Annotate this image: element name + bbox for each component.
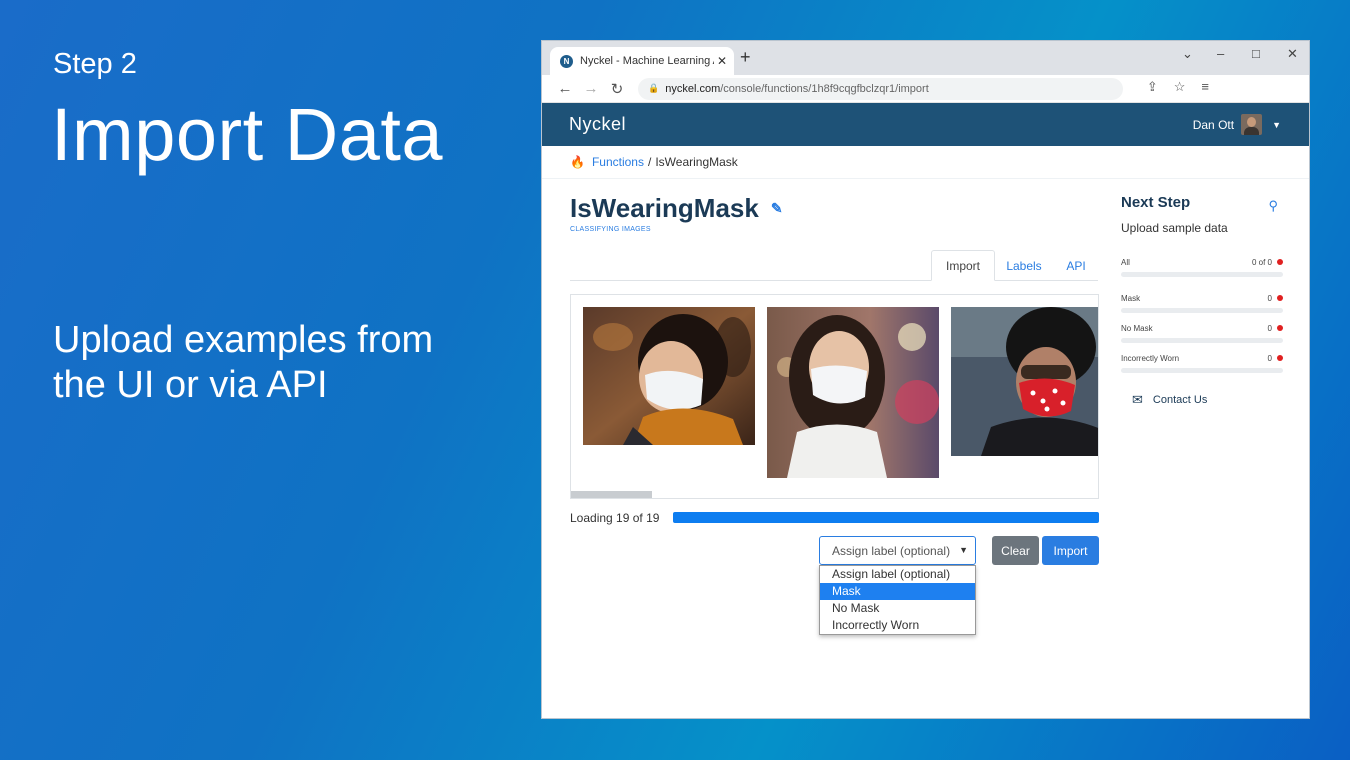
progress-bar [673,512,1099,523]
loading-status: Loading 19 of 19 [570,511,660,525]
dropdown-option-selected[interactable]: Mask [820,583,975,600]
label-dropdown: Assign label (optional) Mask No Mask Inc… [819,565,976,635]
app-navbar: Nyckel Dan Ott ▼ [542,103,1309,146]
reload-icon[interactable]: ↻ [604,80,630,98]
minimize-icon[interactable]: – [1217,46,1224,61]
maximize-icon[interactable]: □ [1252,46,1260,61]
slide-body: Upload examples from the UI or via API [53,319,434,406]
stat-value: 0 [1267,353,1272,363]
flame-icon: 🔥 [570,155,585,169]
brand-logo[interactable]: Nyckel [569,114,626,135]
envelope-icon: ✉ [1132,392,1143,407]
tab-close-icon[interactable]: ✕ [714,54,730,68]
stat-bar [1121,272,1283,277]
address-bar[interactable]: 🔒 nyckel.com /console/functions/1h8f9cqg… [638,77,1123,100]
nyckel-favicon-icon: N [560,54,573,68]
chevron-down-icon: ▼ [959,545,968,555]
reading-list-icon[interactable]: ≡ [1201,79,1209,95]
woman-profile-mask-photo [583,307,755,445]
browser-tab[interactable]: N Nyckel - Machine Learning API - ✕ [550,47,734,75]
stat-value: 0 [1267,323,1272,333]
tab-strip: N Nyckel - Machine Learning API - ✕ + ⌄ … [542,41,1309,75]
user-menu[interactable]: Dan Ott ▼ [1193,114,1281,135]
stat-label: Incorrectly Worn [1121,353,1180,363]
woman-white-mask-photo [767,307,939,478]
stat-value: 0 [1267,293,1272,303]
stat-bar [1121,338,1283,343]
contact-us-link[interactable]: ✉ Contact Us [1132,392,1207,408]
status-dot-icon [1277,355,1283,361]
tab-api[interactable]: API [1057,250,1095,281]
slide-step: Step 2 [53,48,137,80]
status-dot-icon [1277,259,1283,265]
select-value: Assign label (optional) [832,543,951,558]
tab-labels[interactable]: Labels [1000,250,1048,281]
stat-label: Mask [1121,293,1141,303]
status-dot-icon [1277,325,1283,331]
close-window-icon[interactable]: ✕ [1287,46,1298,62]
user-name: Dan Ott [1192,117,1235,132]
slide-title: Import Data [51,93,444,176]
image-gallery[interactable] [570,294,1099,499]
edit-pencil-icon[interactable]: ✎ [771,200,783,217]
dropdown-option[interactable]: Assign label (optional) [820,566,975,583]
tab-import[interactable]: Import [931,250,995,281]
lock-icon: 🔒 [648,83,660,93]
page-title: IsWearingMask ✎ [570,193,783,224]
label-select[interactable]: Assign label (optional) ▼ [819,536,976,565]
url-host: nyckel.com [665,82,721,95]
function-title: IsWearingMask [570,193,759,223]
breadcrumb-separator: / [647,155,652,169]
status-dot-icon [1277,295,1283,301]
back-icon[interactable]: ← [552,80,578,97]
stat-incorrectly-worn: Incorrectly Worn 0 [1121,352,1283,373]
import-button[interactable]: Import [1042,536,1099,565]
bookmark-star-icon[interactable]: ☆ [1174,79,1186,95]
gallery-scrollbar[interactable] [571,491,652,498]
tab-search-icon[interactable]: ⌄ [1182,46,1193,62]
browser-window: N Nyckel - Machine Learning API - ✕ + ⌄ … [541,40,1310,719]
avatar [1241,114,1263,135]
breadcrumb-functions-link[interactable]: Functions [592,155,644,169]
next-step-title: Next Step [1121,194,1191,211]
progress-fill [673,512,1099,523]
next-step-panel: Next Step ⚲ Upload sample data All 0 of 0… [1121,194,1283,407]
contact-label: Contact Us [1152,394,1208,406]
stat-label: No Mask [1121,323,1153,333]
breadcrumb: 🔥 Functions / IsWearingMask [542,146,1309,179]
new-tab-button[interactable]: + [740,47,751,68]
dropdown-option[interactable]: No Mask [820,600,975,617]
search-icon[interactable]: ⚲ [1268,198,1278,214]
breadcrumb-current: IsWearingMask [655,155,738,169]
tab-title: Nyckel - Machine Learning API - [580,55,714,67]
next-step-subtitle: Upload sample data [1121,221,1228,235]
forward-icon[interactable]: → [578,80,604,97]
caret-down-icon: ▼ [1272,119,1281,130]
stat-bar [1121,308,1283,313]
dropdown-option[interactable]: Incorrectly Worn [820,617,975,634]
stat-value: 0 of 0 [1251,257,1272,267]
stat-mask: Mask 0 [1121,292,1283,313]
url-path: /console/functions/1h8f9cqgfbclzqr1/impo… [720,82,929,95]
stat-bar [1121,368,1283,373]
clear-button[interactable]: Clear [992,536,1039,565]
share-icon[interactable]: ⇪ [1147,79,1158,95]
woman-red-mask-photo [951,307,1098,456]
function-subtitle: CLASSIFYING IMAGES [570,226,651,233]
stat-label: All [1121,257,1130,267]
stat-no-mask: No Mask 0 [1121,322,1283,343]
stat-all: All 0 of 0 [1121,256,1283,277]
